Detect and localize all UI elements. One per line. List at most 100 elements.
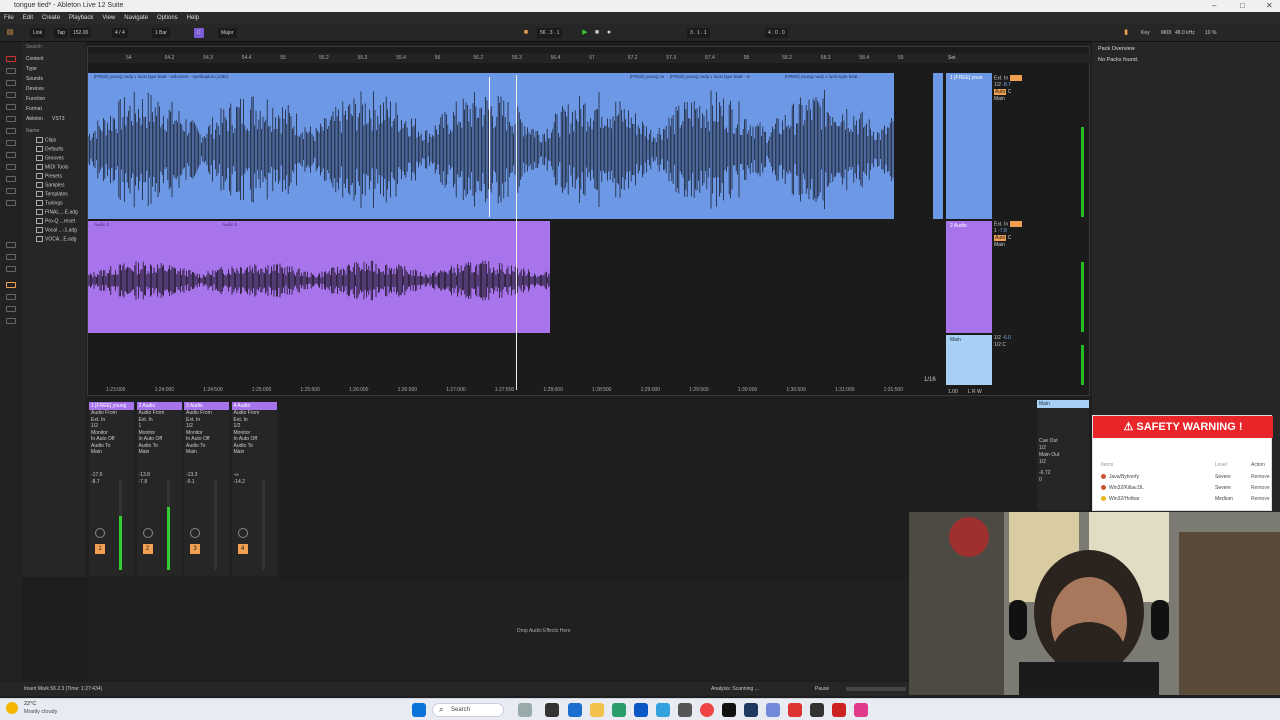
grooves-icon[interactable] (6, 176, 16, 182)
arm-button[interactable] (1009, 221, 1022, 227)
loop-start-field[interactable]: 3 . 1 . 1 (687, 28, 710, 38)
browser-item[interactable]: Samples (36, 182, 64, 188)
menu-file[interactable]: File (4, 15, 14, 21)
edge-icon[interactable] (612, 703, 626, 717)
task-view-icon[interactable] (545, 703, 559, 717)
monitor-auto[interactable]: Auto (994, 235, 1007, 241)
output-type[interactable]: Main (994, 96, 1074, 103)
menu-playback[interactable]: Playback (69, 15, 93, 21)
browser-item[interactable]: Tunings (36, 200, 63, 206)
input-type[interactable]: Ext. In (994, 75, 1008, 81)
browser-item[interactable]: Presets (36, 173, 62, 179)
set-label[interactable]: Set (948, 55, 956, 61)
start-icon[interactable] (412, 703, 426, 717)
track-name[interactable]: Main (950, 337, 961, 343)
track-activator-button[interactable]: 4 (237, 544, 248, 554)
app-icon-5[interactable] (788, 703, 802, 717)
app-icon-4[interactable] (744, 703, 758, 717)
menu-options[interactable]: Options (157, 15, 178, 21)
arm-button[interactable] (1009, 75, 1022, 81)
track-activator-button[interactable]: 3 (190, 544, 200, 554)
browser-item[interactable]: Vocal ...-1.adg (36, 227, 77, 233)
audio-to-select[interactable]: Main (232, 449, 277, 456)
time-signature-field[interactable]: 4 / 4 (112, 28, 128, 38)
browser-item[interactable]: VOCA...E.adg (36, 236, 76, 242)
pan-knob[interactable] (142, 528, 153, 538)
packs-icon[interactable] (6, 242, 16, 248)
menu-navigate[interactable]: Navigate (124, 15, 148, 21)
browser-item[interactable]: Grooves (36, 155, 64, 161)
remove-button[interactable]: Remove (1251, 472, 1270, 482)
main-strip-title[interactable]: Main (1037, 400, 1089, 408)
tunings-icon[interactable] (6, 188, 16, 194)
browser-toggle-icon[interactable]: ▤ (6, 29, 14, 37)
clip-title[interactable]: Audio 5 (216, 221, 516, 228)
fader-meter[interactable] (119, 480, 122, 570)
arrangement-record-icon[interactable]: ■ (522, 29, 530, 37)
pause-button[interactable]: Pause (815, 682, 829, 696)
track-name[interactable]: 2 Audio (950, 223, 967, 229)
track2-clip-area[interactable]: Audio 2 Audio 5 (88, 221, 550, 333)
sounds-icon[interactable] (6, 80, 16, 86)
audio-to-select[interactable]: Main (137, 449, 182, 456)
audio-to-select[interactable]: Main (184, 449, 229, 456)
templates-icon[interactable] (6, 200, 16, 206)
collections-icon[interactable] (6, 56, 16, 62)
filter-vst3[interactable]: VST3 (52, 116, 65, 122)
filter-content[interactable]: Content (26, 56, 44, 62)
time-ruler[interactable]: 1:23:000 1:24:000 1:24:500 1:25:000 1:25:500… (88, 384, 1091, 396)
filter-ableton[interactable]: Ableton (26, 116, 43, 122)
browser-item[interactable]: Defaults (36, 146, 63, 152)
zoom-value[interactable]: 1.00 (948, 389, 958, 395)
strip-title[interactable]: 2 Audio (136, 402, 182, 410)
store-icon[interactable] (634, 703, 648, 717)
device-chain[interactable]: Drop Audio Effects Here (87, 580, 1007, 680)
maximize-icon[interactable]: □ (1240, 0, 1245, 12)
instruments-icon[interactable] (6, 104, 16, 110)
track-activator-button[interactable]: 2 (142, 544, 153, 554)
volume-readout[interactable]: -17.6 -8.7 (91, 472, 102, 486)
track-activator-button[interactable]: 1 (95, 544, 105, 554)
pan-knob[interactable] (190, 528, 200, 538)
pan-value[interactable]: C (1008, 235, 1012, 241)
filter-devices[interactable]: Devices (26, 86, 44, 92)
volume-value[interactable]: -7.8 (998, 228, 1007, 234)
clip-title[interactable]: [FREE] young nudy x lucki type beat - w (664, 73, 779, 80)
pan-value[interactable]: C (1008, 89, 1012, 95)
remove-button[interactable]: Remove (1251, 494, 1270, 504)
app-icon-3[interactable] (678, 703, 692, 717)
discord-icon[interactable] (766, 703, 780, 717)
chrome-icon[interactable] (700, 703, 714, 717)
fader-meter[interactable] (261, 480, 265, 570)
app-icon[interactable] (568, 703, 582, 717)
input-channel[interactable]: 1 (994, 228, 997, 234)
input-channel[interactable]: 1/2 (994, 82, 1001, 88)
pan-knob[interactable] (237, 528, 248, 538)
fader-meter[interactable] (214, 480, 217, 570)
ableton-icon[interactable] (722, 703, 736, 717)
volume-readout[interactable]: -13.3 -9.1 (186, 472, 197, 486)
weather-desc[interactable]: Mostly cloudy (24, 709, 57, 715)
main-out-channel[interactable]: 1/2 (1039, 459, 1059, 466)
input-type[interactable]: Ext. In (994, 221, 1008, 227)
folder-icon[interactable] (6, 282, 16, 288)
midi-effects-icon[interactable] (6, 128, 16, 134)
volume-readout[interactable]: -13.8 -7.8 (139, 472, 150, 486)
filter-format[interactable]: Format (26, 106, 42, 112)
plugins-icon[interactable] (6, 140, 16, 146)
volume-value[interactable]: -13.3 (186, 472, 197, 479)
audio-to-select[interactable]: Main (89, 449, 134, 456)
browser-item[interactable]: MIDI Tools (36, 164, 69, 170)
taskbar-search[interactable]: ⌕ Search (432, 703, 504, 717)
volume-readout[interactable]: -∞ -14.2 (234, 472, 245, 486)
strip-title[interactable]: 1 [FREE] young (89, 402, 134, 410)
volume-value[interactable]: -13.8 (139, 472, 150, 479)
browser-item[interactable]: FINAL....E.adg (36, 209, 78, 215)
key-map-label[interactable]: Key (1138, 28, 1153, 38)
track1-clip-area[interactable]: [FREE] young nudy x lucki type beat - wt… (88, 73, 894, 219)
app-icon-7[interactable] (832, 703, 846, 717)
record-icon[interactable]: ● (605, 29, 613, 37)
clip-title[interactable]: Audio 2 (88, 221, 216, 228)
key-map-icon[interactable]: ▮ (1122, 29, 1130, 37)
filter-sounds[interactable]: Sounds (26, 76, 43, 82)
